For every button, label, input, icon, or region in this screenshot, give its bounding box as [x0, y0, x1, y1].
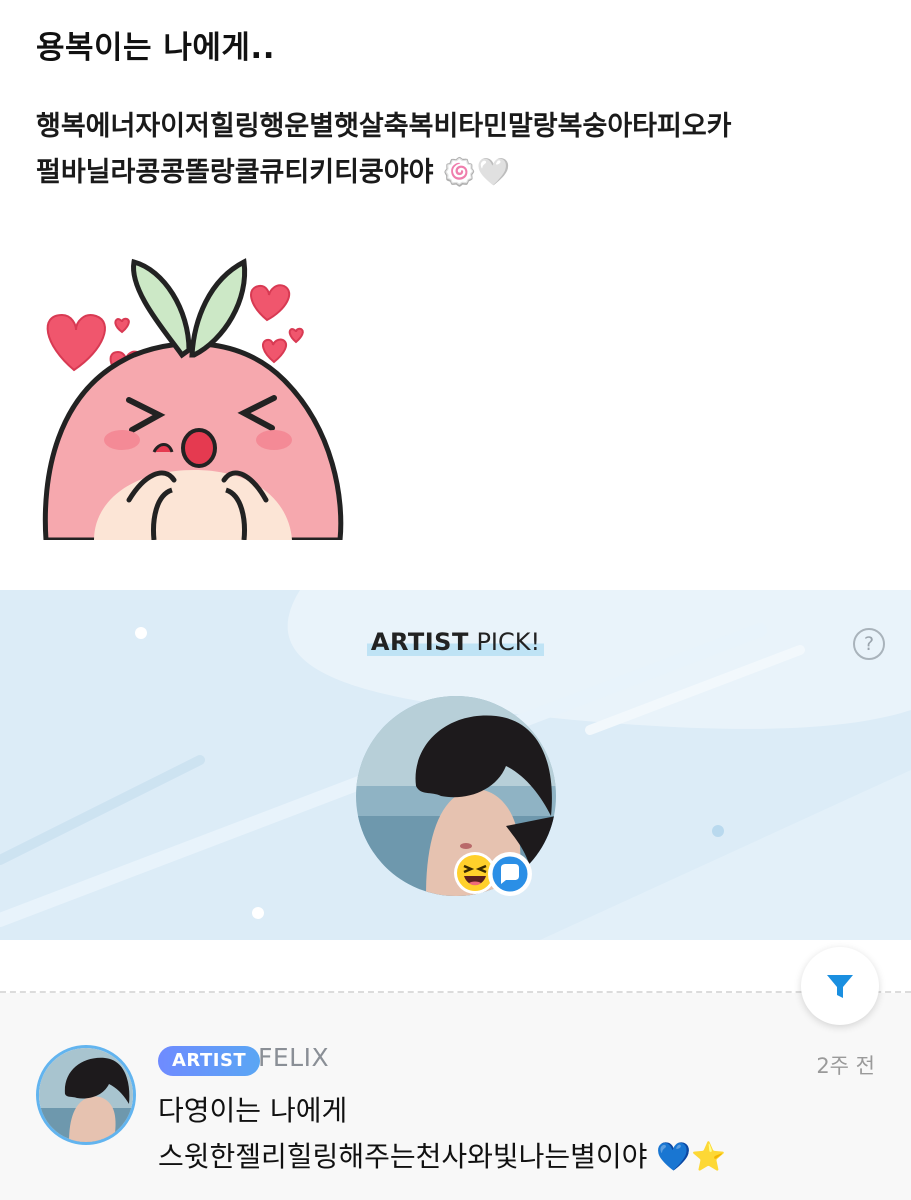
- artist-pick-title-rest: PICK!: [468, 628, 541, 656]
- artist-pick-section: ARTIST PICK! ?: [0, 590, 911, 940]
- comment-author-avatar[interactable]: [36, 1045, 136, 1145]
- artist-pick-title-bold: ARTIST: [370, 628, 469, 656]
- post-body-line: 펄바닐라콩콩똘랑쿨큐티키티쿵야야 🍥🤍: [36, 157, 511, 188]
- comment-line: 다영이는 나에게: [158, 1094, 348, 1127]
- comment-line: 스윗한젤리힐링해주는천사와빛나는별이야 💙⭐: [158, 1140, 727, 1173]
- help-icon[interactable]: ?: [853, 628, 885, 660]
- post-body: 행복에너자이저힐링행운별햇살축복비타민말랑복숭아타피오카 펄바닐라콩콩똘랑쿨큐티…: [36, 104, 886, 196]
- post-title: 용복이는 나에게..: [36, 30, 275, 66]
- filter-icon: [827, 975, 853, 998]
- chat-bubble-icon: [488, 852, 532, 896]
- filter-button[interactable]: [801, 947, 879, 1025]
- comment-author-name[interactable]: FELIX: [258, 1043, 329, 1072]
- artist-pick-title: ARTIST PICK!: [0, 628, 911, 656]
- post-body-line: 행복에너자이저힐링행운별햇살축복비타민말랑복숭아타피오카: [36, 111, 732, 142]
- comment-timestamp: 2주 전: [816, 1054, 875, 1078]
- comment-text: 다영이는 나에게 스윗한젤리힐링해주는천사와빛나는별이야 💙⭐: [158, 1088, 726, 1180]
- peach-character-sticker: [34, 250, 354, 543]
- artist-badge: ARTIST: [158, 1046, 261, 1076]
